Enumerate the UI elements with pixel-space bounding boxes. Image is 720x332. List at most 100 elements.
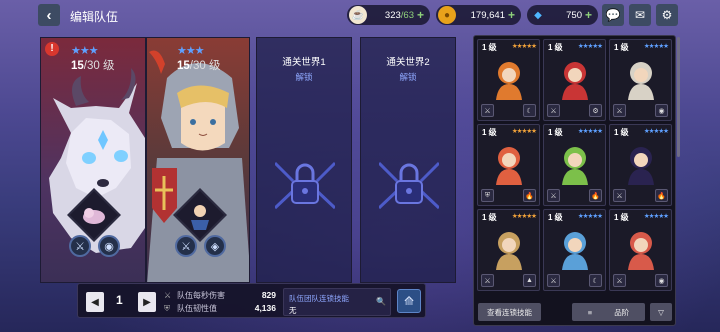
knight-hero-portrait	[147, 50, 249, 282]
coffee-icon: ☕	[349, 6, 367, 24]
sort-order-button[interactable]: ▽	[650, 303, 672, 321]
star-rating: ★★★★★	[511, 213, 537, 220]
gem-resource: ◆ 750 +	[527, 5, 598, 25]
dps-value: 829	[261, 290, 276, 300]
shield-icon: ⛨	[164, 304, 170, 313]
chat-button[interactable]: 💬	[602, 4, 624, 26]
back-button[interactable]: ‹	[38, 4, 60, 26]
unlock-condition: 通关世界2	[386, 57, 430, 68]
hero-card-level: 1 级	[548, 43, 563, 52]
hero-card-level: 1 级	[614, 43, 629, 52]
weapon-skill-icon[interactable]: ⚔	[69, 235, 91, 257]
star-rating: ★★★	[177, 45, 205, 57]
weapon-type-icon: ⚔	[481, 274, 494, 287]
coffee-resource: ☕ 323/63 +	[347, 5, 430, 25]
team-slot-2[interactable]: ★★★ 15/30 级 ⚔ ◈	[146, 37, 250, 283]
element-type-icon: 🔥	[655, 189, 668, 202]
hero-card-level: 1 级	[548, 128, 563, 137]
lock-icon	[379, 161, 439, 210]
mail-icon: ✉	[634, 8, 646, 22]
gold-coin-icon: ●	[438, 6, 456, 24]
pet-portrait	[191, 205, 209, 230]
gold-resource: ● 179,641 +	[436, 5, 521, 25]
settings-icon: ⚙	[661, 8, 673, 22]
hero-card[interactable]: 1 级 ★★★★★ ⚔ ◉	[609, 39, 672, 121]
unlock-condition: 通关世界1	[282, 57, 326, 68]
element-type-icon: 🔥	[523, 189, 536, 202]
settings-button[interactable]: ⚙	[656, 4, 678, 26]
element-type-icon: ☾	[589, 274, 602, 287]
hero-card-level: 1 级	[548, 213, 563, 222]
team-slot-4-locked[interactable]: 通关世界2 解锁	[360, 37, 456, 283]
star-rating: ★★★	[71, 45, 99, 57]
hero-portrait	[628, 232, 654, 270]
hero-card-level: 1 级	[482, 43, 497, 52]
weapon-type-icon: ⚔	[547, 189, 560, 202]
element-skill-icon[interactable]: ◈	[204, 235, 226, 257]
star-rating: ★★★★★	[511, 43, 537, 50]
hero-card[interactable]: 1 级 ★★★★★ ⛨ 🔥	[477, 124, 540, 206]
hero-roster-panel: 1 级 ★★★★★ ⚔ ☾ 1 级 ★★★★★ ⚔ ⚙ 1 级 ★★★★★ ⚔ ◉ 1 级 ★★★★★ ⛨ 🔥…	[473, 35, 676, 326]
add-coffee-button[interactable]: +	[417, 8, 424, 22]
weapon-type-icon: ⚔	[547, 104, 560, 117]
search-icon: 🔍	[376, 297, 386, 306]
star-rating: ★★★★★	[577, 128, 603, 135]
hero-portrait	[496, 232, 522, 270]
element-type-icon: 🔥	[589, 189, 602, 202]
roster-scrollbar[interactable]	[677, 37, 680, 157]
team-stats-bar: ◀ 1 ▶ ⚔ 队伍每秒伤害 829 ⛨ 队伍韧性值 4,136 队伍团队连锁技能 …	[77, 283, 426, 318]
hero-card-level: 1 级	[614, 128, 629, 137]
team-slot-1[interactable]: ! ★★★ 15/30 级 ⚔ ◉	[40, 37, 146, 283]
chevron-down-icon: ▽	[658, 307, 664, 317]
weapon-skill-icon[interactable]: ⚔	[175, 235, 197, 257]
next-page-button[interactable]: ▶	[138, 292, 156, 312]
dps-stat: ⚔ 队伍每秒伤害	[164, 291, 225, 300]
chain-skill-button[interactable]: ⟰	[397, 289, 421, 313]
weapon-type-icon: ⚔	[613, 189, 626, 202]
wolf-hero-portrait	[49, 68, 145, 253]
hero-card[interactable]: 1 级 ★★★★★ ⚔ ▲	[477, 209, 540, 291]
hero-card[interactable]: 1 级 ★★★★★ ⚔ 🔥	[609, 124, 672, 206]
element-skill-icon[interactable]: ◉	[98, 235, 120, 257]
hero-card[interactable]: 1 级 ★★★★★ ⚔ 🔥	[543, 124, 606, 206]
hero-card[interactable]: 1 级 ★★★★★ ⚔ ☾	[477, 39, 540, 121]
hero-portrait	[496, 62, 522, 100]
view-chain-skills-button[interactable]: 查看连锁技能	[478, 303, 541, 321]
hero-card[interactable]: 1 级 ★★★★★ ⚔ ⚙	[543, 39, 606, 121]
unlock-label: 解锁	[295, 72, 313, 82]
hero-card[interactable]: 1 级 ★★★★★ ⚔ ☾	[543, 209, 606, 291]
list-icon: ≡	[587, 307, 593, 317]
prev-page-button[interactable]: ◀	[86, 292, 104, 312]
lock-icon	[275, 161, 335, 210]
hero-card-level: 1 级	[482, 128, 497, 137]
add-gold-button[interactable]: +	[508, 8, 515, 22]
hero-card-level: 1 级	[614, 213, 629, 222]
hero-card[interactable]: 1 级 ★★★★★ ⚔ ◉	[609, 209, 672, 291]
element-type-icon: ⚙	[589, 104, 602, 117]
hero-level: 15/30 级	[177, 60, 221, 72]
weapon-type-icon: ⚔	[547, 274, 560, 287]
weapon-type-icon: ⚔	[613, 274, 626, 287]
page-number: 1	[116, 293, 123, 307]
hero-portrait	[628, 62, 654, 100]
add-gem-button[interactable]: +	[585, 8, 592, 22]
star-rating: ★★★★★	[643, 43, 669, 50]
star-rating: ★★★★★	[511, 128, 537, 135]
page-title: 编辑队伍	[70, 10, 119, 24]
hero-card-level: 1 级	[482, 213, 497, 222]
hero-portrait	[562, 147, 588, 185]
hero-portrait	[562, 62, 588, 100]
weapon-type-icon: ⚔	[613, 104, 626, 117]
star-rating: ★★★★★	[577, 43, 603, 50]
toughness-value: 4,136	[254, 303, 276, 313]
team-slot-3-locked[interactable]: 通关世界1 解锁	[256, 37, 352, 283]
element-type-icon: ◉	[655, 274, 668, 287]
mail-button[interactable]: ✉	[629, 4, 651, 26]
alert-icon: !	[45, 42, 59, 56]
weapon-type-icon: ⛨	[481, 189, 494, 202]
element-type-icon: ☾	[523, 104, 536, 117]
pet-portrait	[83, 208, 105, 224]
element-type-icon: ◉	[655, 104, 668, 117]
sort-by-grade-button[interactable]: ≡ 品阶	[572, 303, 645, 321]
team-chain-skill-box[interactable]: 队伍团队连锁技能 无 🔍	[283, 288, 391, 316]
